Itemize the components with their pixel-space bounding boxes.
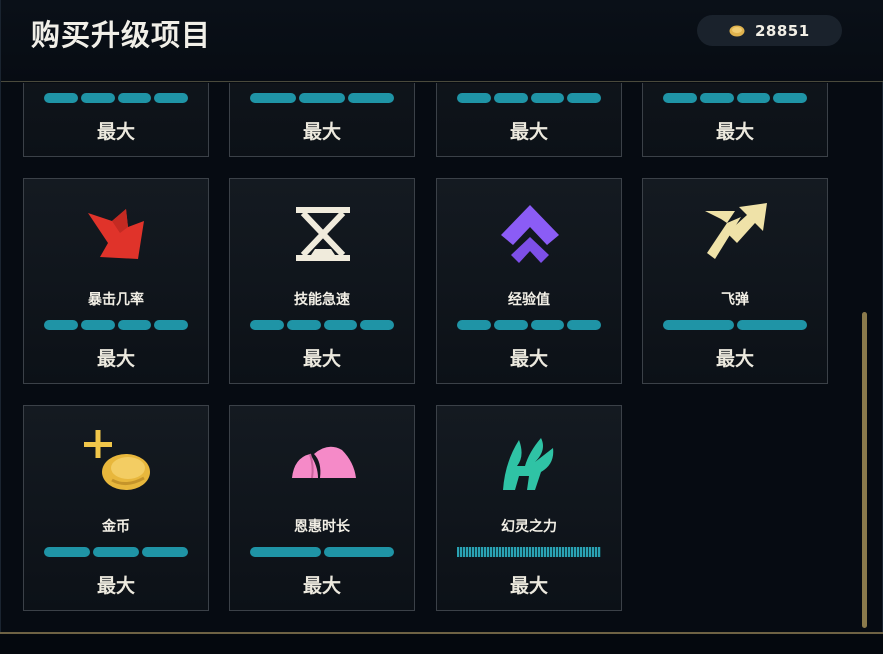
- chevron-up-icon: [501, 205, 559, 263]
- projectile-arrow-icon: [705, 203, 767, 259]
- upgrade-status: 最大: [509, 348, 548, 370]
- upgrade-status: 最大: [715, 121, 754, 143]
- upgrade-progress: [44, 320, 188, 330]
- upgrade-progress: [250, 93, 394, 103]
- upgrade-status: 最大: [302, 121, 341, 143]
- upgrade-card[interactable]: 最大: [229, 83, 415, 157]
- upgrade-card-ability-haste[interactable]: 技能急速 最大: [229, 178, 415, 384]
- upgrade-card-critical-chance[interactable]: 暴击几率 最大: [23, 178, 209, 384]
- upgrade-progress: [457, 320, 601, 330]
- upgrade-card-experience[interactable]: 经验值 最大: [436, 178, 622, 384]
- spirit-power-icon: [503, 438, 554, 490]
- upgrade-progress: [44, 93, 188, 103]
- currency-display: 28851: [697, 15, 842, 46]
- hourglass-icon: [296, 207, 350, 261]
- upgrade-status: 最大: [302, 348, 341, 370]
- gold-plus-icon: [84, 430, 150, 490]
- upgrade-grid: 最大 最大 最大 最大 暴击几率 最大 技能急速 最大 经验值 最大 飞弹 最大…: [1, 83, 854, 631]
- upgrade-progress: [663, 320, 807, 330]
- upgrade-status: 最大: [96, 348, 135, 370]
- upgrade-progress: [663, 93, 807, 103]
- upgrade-progress: [250, 320, 394, 330]
- upgrade-card-boon-duration[interactable]: 恩惠时长 最大: [229, 405, 415, 611]
- currency-amount: 28851: [755, 21, 810, 40]
- page-title: 购买升级项目: [31, 18, 212, 52]
- scrollbar-thumb[interactable]: [862, 312, 867, 628]
- footer-divider: [0, 632, 883, 634]
- upgrade-progress: [457, 93, 601, 103]
- upgrade-panel: 购买升级项目 28851 最大 最大 最大 最大 暴击几率 最大 技能急速 最大…: [0, 0, 883, 634]
- critical-strike-icon: [88, 209, 144, 259]
- upgrade-status: 最大: [96, 121, 135, 143]
- upgrade-name: 经验值: [508, 292, 550, 308]
- upgrade-card-projectile[interactable]: 飞弹 最大: [642, 178, 828, 384]
- upgrade-name: 暴击几率: [88, 292, 144, 308]
- upgrade-status: 最大: [509, 121, 548, 143]
- upgrade-card[interactable]: 最大: [436, 83, 622, 157]
- upgrade-name: 金币: [102, 519, 130, 535]
- upgrade-status: 最大: [715, 348, 754, 370]
- upgrade-status: 最大: [96, 575, 135, 597]
- upgrade-name: 恩惠时长: [294, 519, 350, 535]
- boon-duration-icon: [292, 446, 356, 479]
- upgrade-name: 飞弹: [721, 292, 749, 308]
- upgrade-status: 最大: [509, 575, 548, 597]
- upgrade-status: 最大: [302, 575, 341, 597]
- upgrade-card-spirit-power[interactable]: 幻灵之力 最大: [436, 405, 622, 611]
- upgrade-name: 技能急速: [294, 292, 350, 308]
- upgrade-card-gold[interactable]: 金币 最大: [23, 405, 209, 611]
- upgrade-card[interactable]: 最大: [642, 83, 828, 157]
- panel-header: 购买升级项目 28851: [1, 0, 883, 82]
- upgrade-card[interactable]: 最大: [23, 83, 209, 157]
- upgrade-progress: [250, 547, 394, 557]
- upgrade-progress: [457, 547, 601, 557]
- coin-icon: [729, 25, 745, 36]
- upgrade-name: 幻灵之力: [501, 519, 557, 535]
- upgrade-progress: [44, 547, 188, 557]
